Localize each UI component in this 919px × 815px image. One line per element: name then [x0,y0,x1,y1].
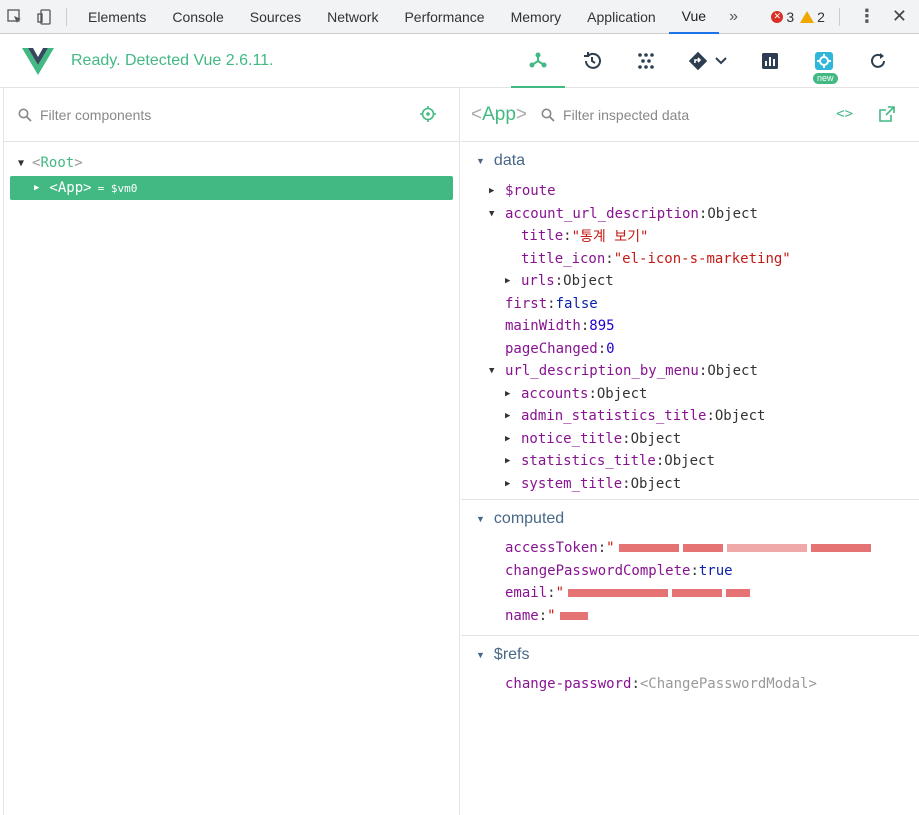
collapse-arrow-icon: ▼ [476,514,485,524]
tab-sources[interactable]: Sources [237,0,314,34]
computed-row-email[interactable]: email: " [461,582,919,605]
warning-icon [800,10,815,23]
expand-arrow-icon[interactable]: ▶ [505,411,521,421]
components-tab-icon[interactable] [511,34,565,88]
computed-section-title[interactable]: ▼ computed [461,508,919,530]
expand-arrow-icon[interactable]: ▼ [18,158,24,169]
data-row-page-changed[interactable]: pageChanged: 0 [461,338,919,361]
computed-row-name[interactable]: name: " [461,605,919,628]
tab-application[interactable]: Application [574,0,669,34]
inspect-element-icon[interactable] [0,0,30,34]
error-icon: ✕ [771,10,784,23]
computed-row-access-token[interactable]: accessToken: " [461,537,919,560]
collapse-arrow-icon: ▼ [476,156,485,166]
vm-reference: = $vm0 [97,181,138,195]
devtools-tab-bar: Elements Console Sources Network Perform… [0,0,919,34]
warning-count-badge[interactable]: 2 [800,9,825,25]
vue-detected-status: Ready. Detected Vue 2.6.11. [71,51,274,69]
tab-memory[interactable]: Memory [498,0,575,34]
performance-chart-icon[interactable] [743,34,797,88]
error-count-badge[interactable]: ✕ 3 [771,9,794,25]
refs-section: ▼ $refs change-password: <ChangePasswordM… [461,636,919,704]
data-section-title[interactable]: ▼ data [461,150,919,172]
filter-components-input[interactable]: Filter components [40,107,151,123]
error-count: 3 [786,8,795,25]
refs-row-change-password[interactable]: change-password: <ChangePasswordModal> [461,673,919,696]
select-component-target-icon[interactable] [419,105,437,123]
app-label: App [57,180,84,196]
refs-section-title[interactable]: ▼ $refs [461,644,919,666]
warning-count: 2 [817,8,825,25]
more-tabs-icon[interactable]: » [719,8,748,26]
data-row-title[interactable]: title: "통계 보기" [461,225,919,248]
redacted-text [618,544,679,553]
tree-node-root[interactable]: ▼ < Root > [4,152,459,174]
filter-inspected-data-input[interactable]: Filter inspected data [563,107,689,123]
collapse-arrow-icon[interactable]: ▶ [34,183,39,193]
tab-elements[interactable]: Elements [75,0,159,34]
data-row-route[interactable]: ▶ $route [461,180,919,203]
data-row-urls[interactable]: ▶ urls: Object [461,270,919,293]
inspector-header: <App> Filter inspected data <> [461,88,919,142]
data-row-notice-title[interactable]: ▶ notice_title: Object [461,428,919,451]
tab-separator [66,7,67,26]
vue-devtools-header: Ready. Detected Vue 2.6.11. new [0,34,919,88]
data-row-accounts[interactable]: ▶ accounts: Object [461,383,919,406]
vuex-grid-icon[interactable] [619,34,673,88]
settings-gear-icon[interactable]: new [797,34,851,88]
data-section: ▼ data ▶ $route ▼ account_url_description: … [461,142,919,500]
tree-node-app[interactable]: ▶ < App > = $vm0 [10,176,453,200]
data-row-main-width[interactable]: mainWidth: 895 [461,315,919,338]
expand-arrow-icon[interactable]: ▶ [505,456,521,466]
collapse-arrow-icon: ▼ [476,650,485,660]
data-row-url-description-by-menu[interactable]: ▼ url_description_by_menu: Object [461,360,919,383]
inspector-pane: <App> Filter inspected data <> ▼ data ▶ $r… [461,88,919,815]
expand-arrow-icon[interactable]: ▶ [505,479,521,489]
collapse-arrow-icon[interactable]: ▼ [489,366,505,376]
collapse-arrow-icon[interactable]: ▼ [489,209,505,219]
tab-network[interactable]: Network [314,0,391,34]
inspect-dom-code-icon[interactable]: <> [836,106,853,122]
new-badge: new [813,72,838,84]
component-tree: ▼ < Root > ▶ < App > = $vm0 [4,142,459,200]
close-devtools-icon[interactable]: ✕ [886,6,919,27]
customize-menu-icon[interactable]: ⋮ [848,6,886,27]
router-directions-dropdown[interactable] [673,34,743,88]
inspected-component-name: <App> [471,103,528,125]
computed-row-change-password-complete[interactable]: changePasswordComplete: true [461,560,919,583]
chevron-down-icon [715,56,727,64]
tab-console[interactable]: Console [159,0,236,34]
expand-arrow-icon[interactable]: ▶ [505,389,521,399]
directions-icon [688,51,708,70]
data-row-title-icon[interactable]: title_icon: "el-icon-s-marketing" [461,248,919,271]
data-row-statistics-title[interactable]: ▶ statistics_title: Object [461,450,919,473]
redacted-text [568,589,669,598]
components-pane: Filter components ▼ < Root > ▶ < App > = $vm… [3,88,460,815]
tab-performance[interactable]: Performance [391,0,497,34]
vue-logo-icon [22,47,54,75]
data-row-system-title[interactable]: ▶ system_title: Object [461,473,919,496]
search-icon [18,108,32,122]
expand-arrow-icon[interactable]: ▶ [489,186,505,196]
data-row-account-url-description[interactable]: ▼ account_url_description: Object [461,203,919,226]
tab-vue[interactable]: Vue [668,0,720,34]
data-row-admin-statistics-title[interactable]: ▶ admin_statistics_title: Object [461,405,919,428]
refresh-icon[interactable] [851,34,905,88]
timeline-history-icon[interactable] [565,34,619,88]
redacted-text [559,611,588,620]
open-in-editor-icon[interactable] [879,106,895,122]
search-icon [541,108,555,122]
data-row-first[interactable]: first: false [461,293,919,316]
expand-arrow-icon[interactable]: ▶ [505,276,521,286]
toolbar-divider [838,7,840,26]
root-label: Root [40,155,75,171]
computed-section: ▼ computed accessToken: " changePasswordC… [461,500,919,636]
expand-arrow-icon[interactable]: ▶ [505,434,521,444]
filter-components-bar: Filter components [4,88,459,142]
device-toolbar-icon[interactable] [30,0,60,34]
